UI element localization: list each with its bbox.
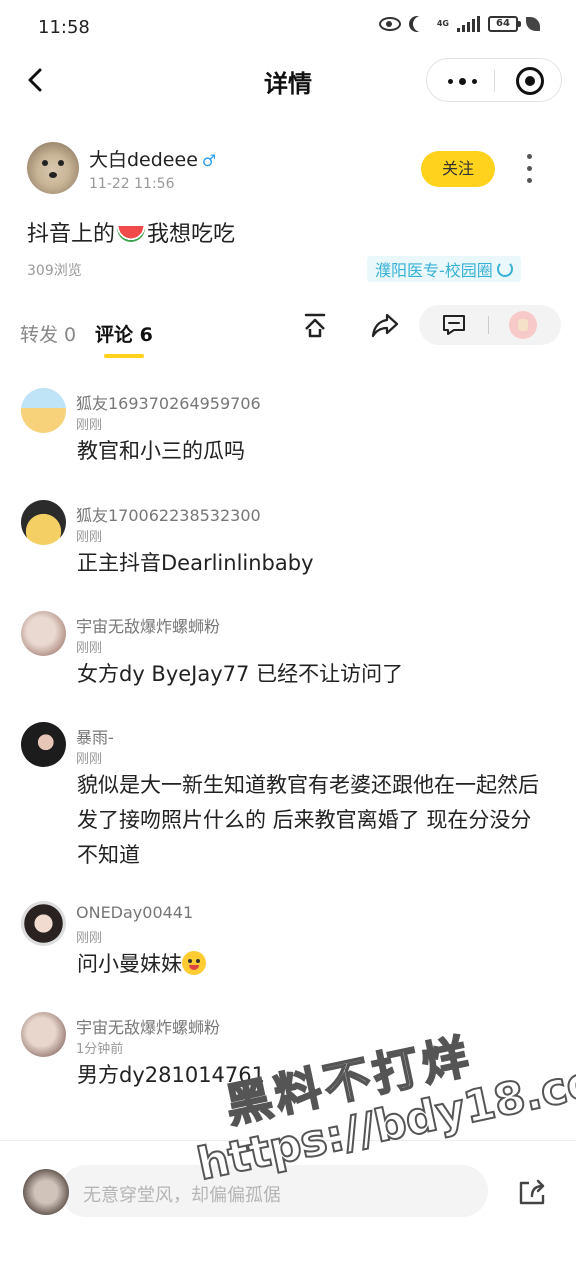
commenter-name[interactable]: 宇宙无敌爆炸螺蛳粉 bbox=[76, 613, 220, 637]
post-text-before: 抖音上的 bbox=[27, 222, 116, 247]
commenter-name[interactable]: 狐友170062238532300 bbox=[76, 502, 261, 526]
comment-text: 正主抖音Dearlinlinbaby bbox=[77, 551, 314, 575]
comment-text-body: 问小曼妹妹 bbox=[77, 952, 182, 976]
commenter-avatar[interactable] bbox=[21, 611, 66, 656]
comment-like-pill bbox=[419, 305, 561, 345]
commenter-avatar[interactable] bbox=[21, 722, 66, 767]
author-avatar[interactable] bbox=[27, 142, 79, 194]
comment-text: 问小曼妹妹 bbox=[77, 947, 547, 982]
comment-icon[interactable] bbox=[441, 313, 467, 337]
my-avatar bbox=[23, 1169, 69, 1215]
comment-input[interactable]: 无意穿堂风，却偏偏孤倨 bbox=[60, 1165, 488, 1217]
do-not-disturb-icon bbox=[413, 16, 429, 32]
view-count: 309浏览 bbox=[27, 263, 82, 279]
mini-program-capsule bbox=[426, 58, 562, 102]
circle-tag-label: 濮阳医专-校园圈 bbox=[375, 261, 493, 280]
tab-forward[interactable]: 转发 0 bbox=[20, 320, 76, 347]
post-menu-icon[interactable] bbox=[524, 154, 534, 184]
grinning-face-emoji-icon bbox=[182, 951, 206, 975]
tab-comments[interactable]: 评论 6 bbox=[95, 320, 153, 347]
status-icons: 4G 64 bbox=[378, 16, 540, 32]
network-type: 4G bbox=[436, 19, 449, 28]
commenter-name[interactable]: 狐友169370264959706 bbox=[76, 390, 261, 414]
commenter-avatar[interactable] bbox=[21, 901, 66, 946]
commenter-name[interactable]: 宇宙无敌爆炸螺蛳粉 bbox=[76, 1014, 220, 1038]
signal-icon bbox=[457, 16, 480, 32]
commenter-avatar[interactable] bbox=[21, 1012, 66, 1057]
share-icon[interactable] bbox=[370, 310, 400, 340]
power-saving-icon bbox=[526, 17, 540, 31]
author-name-text: 大白dedeee bbox=[89, 149, 198, 171]
post-time: 11-22 11:56 bbox=[89, 176, 175, 192]
comment-text: 男方dy281014761 bbox=[77, 1063, 266, 1087]
author-name[interactable]: 大白dedeee ♂ bbox=[89, 145, 216, 172]
battery-icon: 64 bbox=[488, 16, 521, 32]
pin-top-icon[interactable] bbox=[300, 310, 330, 340]
capsule-divider bbox=[494, 70, 495, 92]
comment-input-placeholder: 无意穿堂风，却偏偏孤倨 bbox=[83, 1185, 281, 1206]
eye-comfort-icon bbox=[378, 17, 401, 31]
post-text-after: 我想吃吃 bbox=[147, 222, 236, 247]
bottom-input-bar: 无意穿堂风，却偏偏孤倨 bbox=[0, 1140, 576, 1280]
commenter-avatar[interactable] bbox=[21, 388, 66, 433]
comment-time: 刚刚 bbox=[76, 641, 103, 656]
comment-text: 貌似是大一新生知道教官有老婆还跟他在一起然后发了接吻照片什么的 后来教官离婚了 … bbox=[77, 773, 539, 867]
follow-button[interactable]: 关注 bbox=[421, 151, 495, 187]
gender-male-icon: ♂ bbox=[201, 151, 217, 170]
refresh-icon bbox=[496, 261, 513, 277]
commenter-name[interactable]: ONEDay00441 bbox=[76, 903, 193, 922]
status-bar: 11:58 4G 64 bbox=[0, 0, 576, 56]
comment-time: 刚刚 bbox=[76, 752, 103, 767]
status-time: 11:58 bbox=[38, 17, 90, 38]
active-tab-indicator bbox=[104, 354, 144, 358]
post-content: 抖音上的 我想吃吃 bbox=[27, 216, 235, 248]
pill-divider bbox=[488, 316, 489, 334]
like-icon[interactable] bbox=[509, 311, 537, 339]
nav-bar: 详情 bbox=[0, 56, 576, 104]
comment-time: 刚刚 bbox=[76, 418, 103, 433]
commenter-name[interactable]: 暴雨- bbox=[76, 724, 114, 748]
comment-time: 1分钟前 bbox=[76, 1042, 124, 1057]
share-out-icon[interactable] bbox=[516, 1177, 548, 1207]
close-mini-program-icon[interactable] bbox=[516, 67, 544, 95]
comment-time: 刚刚 bbox=[76, 931, 103, 946]
commenter-avatar[interactable] bbox=[21, 500, 66, 545]
watermelon-emoji-icon bbox=[117, 226, 146, 242]
circle-tag[interactable]: 濮阳医专-校园圈 bbox=[367, 256, 521, 282]
comment-text: 教官和小三的瓜吗 bbox=[77, 439, 245, 463]
comment-text: 女方dy ByeJay77 已经不让访问了 bbox=[77, 662, 404, 686]
more-options-icon[interactable] bbox=[442, 69, 482, 93]
comment-time: 刚刚 bbox=[76, 530, 103, 545]
